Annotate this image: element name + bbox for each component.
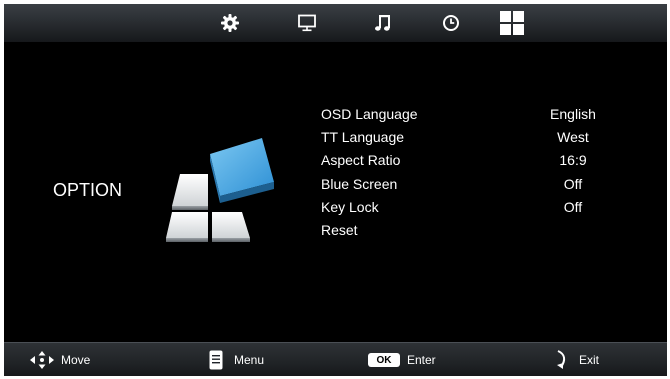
hint-exit-label: Exit bbox=[579, 353, 600, 367]
menu-item-label: Key Lock bbox=[321, 199, 379, 215]
menu-key-icon bbox=[209, 350, 223, 370]
move-arrows-icon bbox=[30, 351, 54, 369]
menu-item-value: Off bbox=[563, 199, 583, 215]
tv-osd-screen: OPTION OSD Language English TT Language … bbox=[4, 4, 667, 376]
clock-icon bbox=[443, 15, 459, 31]
return-arrow-icon bbox=[557, 350, 566, 369]
tab-screen[interactable] bbox=[290, 7, 324, 39]
hint-enter-label: Enter bbox=[407, 353, 436, 367]
hint-menu-label: Menu bbox=[234, 353, 265, 367]
menu-item-label: OSD Language bbox=[321, 106, 418, 122]
hint-enter: OK Enter bbox=[368, 343, 436, 376]
menu-item-value: 16:9 bbox=[559, 152, 587, 168]
tab-picture-settings[interactable] bbox=[213, 7, 247, 39]
hint-menu: Menu bbox=[209, 343, 264, 376]
hint-move-label: Move bbox=[61, 353, 91, 367]
menu-item-label: Reset bbox=[321, 222, 358, 238]
top-tab-bar bbox=[4, 4, 667, 42]
option-grid-icon bbox=[500, 11, 524, 35]
tab-time[interactable] bbox=[434, 7, 468, 39]
ok-key-icon: OK bbox=[368, 353, 400, 367]
menu-item-label: Aspect Ratio bbox=[321, 152, 401, 168]
help-bar: Move Menu OK Enter Exit bbox=[4, 342, 667, 376]
menu-item-value: West bbox=[557, 129, 589, 145]
hint-exit: Exit bbox=[555, 343, 599, 376]
option-tiles-icon bbox=[166, 138, 274, 242]
tab-sound[interactable] bbox=[366, 7, 400, 39]
menu-item-value: Off bbox=[563, 176, 583, 192]
menu-item-label: Blue Screen bbox=[321, 176, 398, 192]
hint-move: Move bbox=[30, 343, 90, 376]
menu-item-reset[interactable]: Reset bbox=[321, 220, 621, 240]
music-note-icon bbox=[375, 15, 390, 31]
menu-item-aspect-ratio[interactable]: Aspect Ratio 16:9 bbox=[321, 150, 621, 170]
menu-item-osd-language[interactable]: OSD Language English bbox=[321, 104, 621, 124]
section-title: OPTION bbox=[53, 180, 123, 200]
menu-item-key-lock[interactable]: Key Lock Off bbox=[321, 197, 621, 217]
menu-item-blue-screen[interactable]: Blue Screen Off bbox=[321, 174, 621, 194]
gear-icon bbox=[221, 14, 239, 32]
menu-item-tt-language[interactable]: TT Language West bbox=[321, 127, 621, 147]
tab-option[interactable] bbox=[495, 7, 529, 39]
menu-item-label: TT Language bbox=[321, 129, 405, 145]
menu-item-value: English bbox=[550, 106, 596, 122]
monitor-icon bbox=[298, 14, 316, 32]
